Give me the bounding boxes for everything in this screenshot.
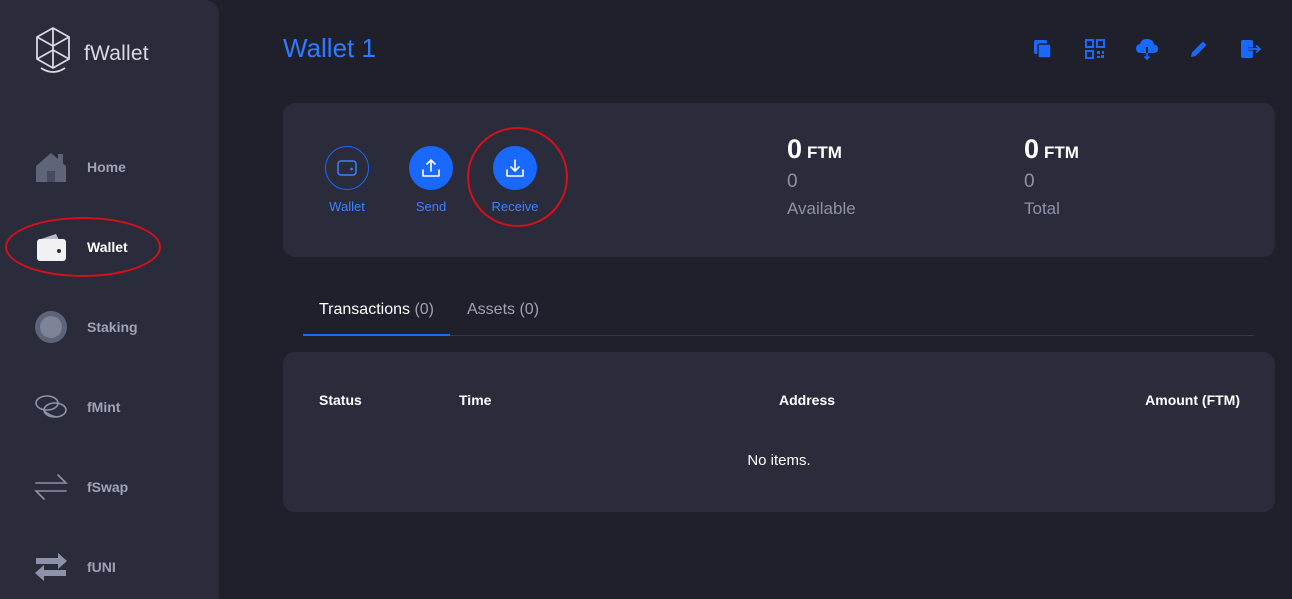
send-button[interactable]: Send xyxy=(391,146,471,214)
qr-code-icon[interactable] xyxy=(1082,36,1108,62)
tab-label: Transactions xyxy=(319,301,410,318)
annotation-circle-wallet xyxy=(5,217,161,277)
app-logo[interactable]: fWallet xyxy=(32,26,149,81)
sidebar-item-fmint[interactable]: fMint xyxy=(34,387,120,427)
available-balance-value: 0 xyxy=(787,134,803,164)
active-tab-indicator xyxy=(303,334,450,336)
annotation-circle-receive xyxy=(467,127,568,227)
available-balance-unit: FTM xyxy=(807,143,842,162)
total-balance-fiat: 0 xyxy=(1024,171,1035,192)
home-icon xyxy=(34,150,68,184)
sidebar: fWallet Home Wallet Staking fMint fSwap … xyxy=(0,0,219,599)
swap-icon xyxy=(34,470,68,504)
sidebar-item-label: fUNI xyxy=(87,559,116,575)
column-header-address[interactable]: Address xyxy=(779,392,835,408)
tab-bar: Transactions (0) Assets (0) xyxy=(303,291,1254,336)
page-title: Wallet 1 xyxy=(283,33,376,63)
sidebar-item-funi[interactable]: fUNI xyxy=(34,547,116,587)
sidebar-item-staking[interactable]: Staking xyxy=(34,307,138,347)
wallet-toolbar xyxy=(1030,36,1264,62)
total-balance-caption: Total xyxy=(1024,199,1060,218)
wallet-button-label: Wallet xyxy=(329,199,365,214)
app-name: fWallet xyxy=(84,41,149,65)
tab-count: (0) xyxy=(519,301,540,318)
cloud-download-icon[interactable] xyxy=(1134,36,1160,62)
transactions-table: Status Time Address Amount (FTM) No item… xyxy=(283,352,1275,512)
sidebar-item-label: Home xyxy=(87,159,126,175)
empty-state-text: No items. xyxy=(747,452,811,469)
total-balance-unit: FTM xyxy=(1044,143,1079,162)
staking-icon xyxy=(34,310,68,344)
upload-icon xyxy=(409,146,453,190)
sidebar-item-home[interactable]: Home xyxy=(34,147,126,187)
coins-icon xyxy=(34,390,68,424)
transfer-arrows-icon xyxy=(34,550,68,584)
sidebar-item-label: fSwap xyxy=(87,479,129,495)
wallet-outline-icon xyxy=(325,146,369,190)
sidebar-item-label: Staking xyxy=(87,319,138,335)
column-header-amount[interactable]: Amount (FTM) xyxy=(1145,392,1240,408)
fantom-logo-icon xyxy=(32,26,74,81)
pencil-icon[interactable] xyxy=(1186,36,1212,62)
wallet-button[interactable]: Wallet xyxy=(307,146,387,214)
copy-icon[interactable] xyxy=(1030,36,1056,62)
tab-transactions[interactable]: Transactions (0) xyxy=(319,301,434,319)
column-header-status[interactable]: Status xyxy=(319,392,362,408)
wallet-summary-card: Wallet Send Receive xyxy=(283,103,1275,257)
tab-count: (0) xyxy=(414,301,435,318)
send-button-label: Send xyxy=(415,199,447,214)
column-header-time[interactable]: Time xyxy=(459,392,491,408)
available-balance-fiat: 0 xyxy=(787,171,798,192)
sidebar-item-fswap[interactable]: fSwap xyxy=(34,467,128,507)
logout-icon[interactable] xyxy=(1238,36,1264,62)
available-balance: 0 FTM 0 Available xyxy=(787,134,856,219)
available-balance-caption: Available xyxy=(787,199,856,218)
sidebar-item-label: fMint xyxy=(87,399,121,415)
tab-assets[interactable]: Assets (0) xyxy=(467,301,539,319)
total-balance-value: 0 xyxy=(1024,134,1040,164)
tab-label: Assets xyxy=(467,301,516,318)
total-balance: 0 FTM 0 Total xyxy=(1024,134,1079,219)
